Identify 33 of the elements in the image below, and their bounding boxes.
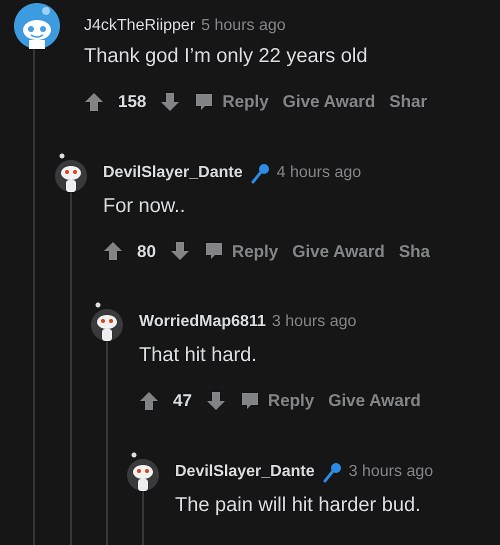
comment-text: The pain will hit harder bud. (175, 492, 422, 518)
action-button[interactable]: Shar (389, 89, 428, 114)
reply-button[interactable]: Reply (240, 388, 314, 414)
comment-text: That hit hard. (139, 343, 258, 368)
username[interactable]: WorriedMap6811 (139, 310, 266, 334)
vote-count: 158 (118, 91, 146, 113)
timestamp: 3 hours ago (348, 462, 434, 482)
vote-count: 47 (173, 390, 192, 412)
downvote-icon[interactable] (170, 241, 190, 262)
vote-count: 80 (137, 240, 156, 262)
comment-text: Thank god I’m only 22 years old (84, 44, 368, 69)
timestamp: 3 hours ago (272, 312, 356, 332)
username[interactable]: J4ckTheRiipper (84, 14, 196, 38)
action-button[interactable]: Give Award (328, 388, 421, 414)
upvote-icon[interactable] (84, 92, 104, 112)
username[interactable]: DevilSlayer_Dante (103, 160, 243, 184)
reply-button[interactable]: Reply (194, 89, 269, 114)
downvote-icon[interactable] (206, 390, 226, 411)
upvote-icon[interactable] (139, 390, 159, 411)
timestamp: 4 hours ago (276, 162, 362, 182)
avatar-icon (14, 3, 60, 49)
upvote-icon[interactable] (103, 241, 123, 262)
action-button[interactable]: Give Award (282, 89, 376, 114)
comment-icon (194, 92, 214, 112)
comment-icon (204, 241, 224, 262)
username[interactable]: DevilSlayer_Dante (175, 460, 315, 484)
action-button[interactable]: Give Award (292, 238, 385, 264)
reply-button[interactable]: Reply (204, 238, 278, 264)
timestamp: 5 hours ago (201, 16, 286, 36)
comment-icon (240, 390, 260, 411)
action-button[interactable]: Sha (398, 238, 430, 264)
comment-text: For now.. (103, 194, 186, 218)
downvote-icon[interactable] (160, 92, 180, 112)
